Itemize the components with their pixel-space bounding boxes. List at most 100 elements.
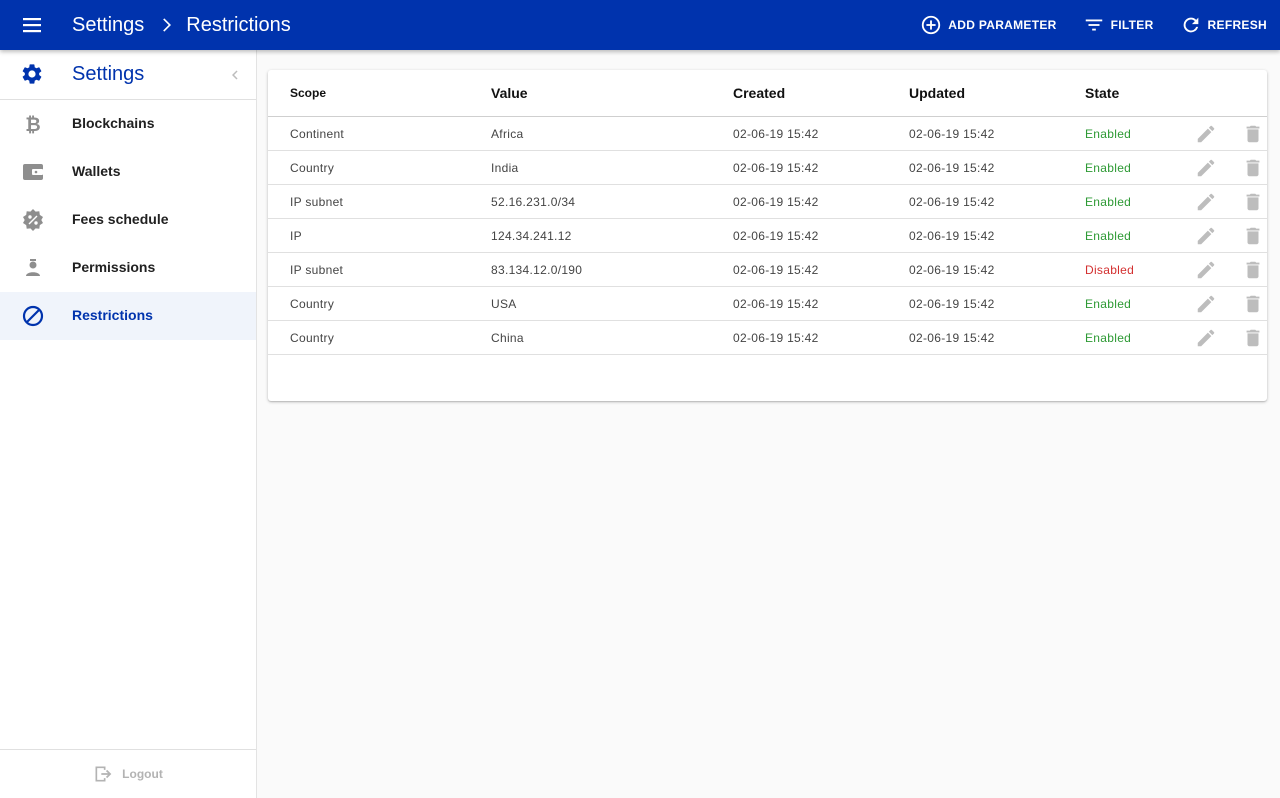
edit-icon[interactable]	[1195, 293, 1217, 315]
cell-updated: 02-06-19 15:42	[909, 320, 1085, 355]
edit-icon[interactable]	[1195, 259, 1217, 281]
trash-icon[interactable]	[1242, 293, 1264, 315]
cell-updated: 02-06-19 15:42	[909, 252, 1085, 287]
edit-cell	[1195, 218, 1242, 253]
add-circle-icon	[922, 15, 941, 35]
cell-value: 124.34.241.12	[491, 218, 733, 253]
delete-cell	[1242, 150, 1267, 185]
cell-state: Enabled	[1085, 320, 1195, 355]
table-row: IP subnet 52.16.231.0/34 02-06-19 15:42 02-…	[268, 184, 1267, 219]
sidebar-item-wallets[interactable]: Wallets	[0, 148, 256, 196]
cell-scope: Country	[268, 286, 491, 321]
edit-cell	[1195, 150, 1242, 185]
svg-text:₿: ₿	[25, 114, 40, 136]
cell-value: India	[491, 150, 733, 185]
gear-icon	[22, 64, 42, 84]
edit-icon[interactable]	[1195, 123, 1217, 145]
trash-icon[interactable]	[1242, 259, 1264, 281]
cell-created: 02-06-19 15:42	[733, 320, 909, 355]
trash-icon[interactable]	[1242, 157, 1264, 179]
edit-icon[interactable]	[1195, 225, 1217, 247]
breadcrumb-restrictions: Restrictions	[186, 13, 291, 36]
cell-state: Enabled	[1085, 150, 1195, 185]
cell-created: 02-06-19 15:42	[733, 116, 909, 151]
cell-created: 02-06-19 15:42	[733, 184, 909, 219]
edit-cell	[1195, 116, 1242, 151]
logout-button[interactable]: Logout	[0, 749, 256, 798]
column-header-edit	[1195, 70, 1242, 117]
delete-cell	[1242, 184, 1267, 219]
cell-scope: Country	[268, 320, 491, 355]
cell-updated: 02-06-19 15:42	[909, 286, 1085, 321]
trash-icon[interactable]	[1242, 191, 1264, 213]
filter-icon	[1085, 19, 1102, 31]
edit-icon[interactable]	[1195, 157, 1217, 179]
add-parameter-label: ADD PARAMETER	[948, 18, 1057, 32]
column-header-state[interactable]: State	[1085, 70, 1195, 117]
edit-cell	[1195, 184, 1242, 219]
delete-cell	[1242, 116, 1267, 151]
cell-updated: 02-06-19 15:42	[909, 184, 1085, 219]
table-row: IP subnet 83.134.12.0/190 02-06-19 15:42 02…	[268, 252, 1267, 287]
cell-updated: 02-06-19 15:42	[909, 218, 1085, 253]
sidebar: Settings ₿ Blockchains Wallets Fees sche…	[0, 50, 257, 798]
cell-created: 02-06-19 15:42	[733, 252, 909, 287]
column-header-updated[interactable]: Updated	[909, 70, 1085, 117]
person-badge-icon	[26, 259, 40, 276]
app-bar: Settings Restrictions ADD PARAMETER FILT…	[0, 0, 1280, 50]
sidebar-item-label: Fees schedule	[72, 211, 169, 227]
sidebar-item-blockchains[interactable]: ₿ Blockchains	[0, 100, 256, 148]
cell-scope: IP subnet	[268, 184, 491, 219]
column-header-scope[interactable]: Scope	[268, 70, 491, 117]
trash-icon[interactable]	[1242, 327, 1264, 349]
percent-badge-icon	[23, 209, 43, 231]
trash-icon[interactable]	[1242, 225, 1264, 247]
wallet-icon	[23, 164, 43, 180]
trash-icon[interactable]	[1242, 123, 1264, 145]
sidebar-item-restrictions[interactable]: Restrictions	[0, 292, 256, 340]
table-row: Country USA 02-06-19 15:42 02-06-19 15:42 En…	[268, 286, 1267, 321]
column-header-created[interactable]: Created	[733, 70, 909, 117]
table-row: Continent Africa 02-06-19 15:42 02-06-19 15…	[268, 116, 1267, 151]
restrictions-table: Scope Value Created Updated State Contin…	[268, 70, 1267, 355]
cell-scope: Country	[268, 150, 491, 185]
breadcrumb: Settings Restrictions	[72, 0, 291, 50]
cell-state: Disabled	[1085, 252, 1195, 287]
breadcrumb-settings[interactable]: Settings	[72, 14, 144, 37]
column-header-value[interactable]: Value	[491, 70, 733, 117]
column-header-delete	[1242, 70, 1267, 117]
refresh-icon	[1183, 17, 1198, 33]
cell-updated: 02-06-19 15:42	[909, 150, 1085, 185]
cell-scope: IP subnet	[268, 252, 491, 287]
edit-icon[interactable]	[1195, 191, 1217, 213]
cell-value: Africa	[491, 116, 733, 151]
cell-scope: Continent	[268, 116, 491, 151]
delete-cell	[1242, 286, 1267, 321]
sidebar-item-label: Blockchains	[72, 115, 155, 131]
refresh-label: REFRESH	[1207, 18, 1267, 32]
cell-created: 02-06-19 15:42	[733, 286, 909, 321]
cell-state: Enabled	[1085, 218, 1195, 253]
sidebar-item-label: Permissions	[72, 259, 156, 275]
table-row: Country India 02-06-19 15:42 02-06-19 15:42…	[268, 150, 1267, 185]
sidebar-item-permissions[interactable]: Permissions	[0, 244, 256, 292]
filter-button[interactable]: FILTER	[1083, 14, 1154, 36]
edit-cell	[1195, 252, 1242, 287]
logout-icon	[95, 766, 112, 782]
cell-value: USA	[491, 286, 733, 321]
cell-scope: IP	[268, 218, 491, 253]
sidebar-item-fees-schedule[interactable]: Fees schedule	[0, 196, 256, 244]
sidebar-title: Settings	[72, 63, 145, 85]
chevron-right-icon	[156, 15, 176, 35]
sidebar-header: Settings	[0, 50, 256, 100]
sidebar-item-label: Wallets	[72, 163, 121, 179]
chevron-left-icon[interactable]	[226, 66, 244, 84]
refresh-button[interactable]: REFRESH	[1180, 14, 1267, 36]
edit-cell	[1195, 286, 1242, 321]
delete-cell	[1242, 320, 1267, 355]
edit-icon[interactable]	[1195, 327, 1217, 349]
cell-state: Enabled	[1085, 116, 1195, 151]
table-row: Country China 02-06-19 15:42 02-06-19 15:42…	[268, 320, 1267, 355]
add-parameter-button[interactable]: ADD PARAMETER	[920, 14, 1056, 36]
menu-icon[interactable]	[20, 13, 44, 37]
